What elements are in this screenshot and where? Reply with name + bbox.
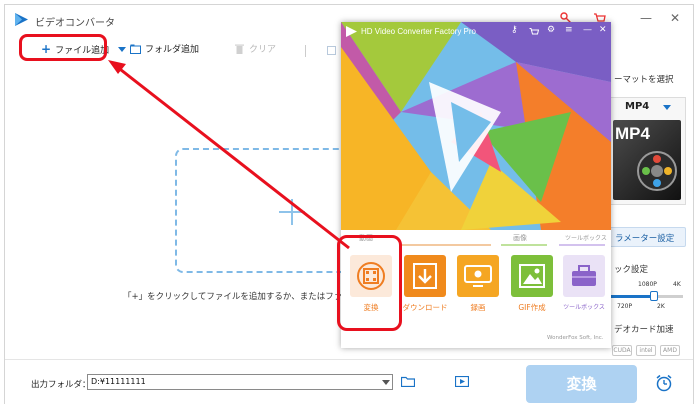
- func-tile-gif[interactable]: [511, 255, 553, 297]
- minimize-icon[interactable]: —: [583, 25, 592, 35]
- section-line-image: [501, 244, 547, 246]
- minimize-button[interactable]: —: [640, 11, 652, 25]
- toolbar-divider: [305, 45, 306, 57]
- format-thumbnail-text: MP4: [615, 124, 650, 143]
- open-output-icon[interactable]: [455, 376, 469, 387]
- download-icon: [413, 263, 437, 289]
- section-label-toolbox: ツールボックス: [565, 235, 607, 242]
- quality-tick-2k: 2K: [657, 303, 665, 310]
- section-line-toolbox: [559, 244, 605, 246]
- quality-slider-handle[interactable]: [650, 291, 658, 301]
- quality-tick-1080p: 1080P: [638, 281, 657, 288]
- trash-icon: [235, 44, 244, 54]
- window-title: ビデオコンバータ: [35, 18, 115, 29]
- section-label-image: 画像: [513, 234, 527, 242]
- func-label-gif: GIF作成: [518, 303, 546, 312]
- section-line-video: [401, 244, 491, 246]
- output-folder-value: D:¥11111111: [91, 377, 146, 386]
- drop-zone-hint: 「+」をクリックしてファイルを追加するか、またはファイ: [123, 292, 341, 302]
- callout-highlight-convert-tile: [337, 235, 402, 331]
- image-icon: [519, 264, 545, 288]
- gpu-chip-amd[interactable]: AMD: [660, 345, 680, 356]
- format-heading: ーマットを選択: [614, 75, 674, 85]
- gpu-chip-cuda[interactable]: CUDA: [612, 345, 632, 356]
- func-tile-record[interactable]: [457, 255, 499, 297]
- parameter-settings-button[interactable]: ラメーター設定: [606, 227, 686, 247]
- clear-label: クリア: [249, 45, 277, 55]
- screen-record-icon: [464, 265, 492, 287]
- output-format-value: MP4: [625, 101, 650, 112]
- clear-button[interactable]: クリア: [235, 42, 276, 55]
- folder-add-icon: [130, 44, 141, 54]
- menu-icon[interactable]: ≡: [565, 25, 573, 35]
- add-folder-button[interactable]: フォルダ追加: [130, 42, 199, 55]
- quality-slider[interactable]: [611, 295, 683, 298]
- quality-heading: ック設定: [614, 265, 649, 275]
- close-icon[interactable]: ✕: [599, 25, 607, 35]
- alarm-clock-icon[interactable]: [655, 374, 673, 392]
- convert-button[interactable]: 変換: [526, 365, 637, 403]
- func-label-record: 録画: [470, 303, 486, 312]
- cart-icon[interactable]: [529, 27, 539, 37]
- gpu-accel-row: CUDA intel AMD: [606, 341, 686, 359]
- func-tile-download[interactable]: [404, 255, 446, 297]
- format-thumbnail: MP4: [613, 120, 681, 200]
- toolbox-icon: [572, 265, 596, 286]
- quality-tick-4k: 4K: [673, 281, 681, 288]
- add-folder-label: フォルダ追加: [145, 45, 200, 55]
- chevron-down-icon[interactable]: [382, 380, 390, 385]
- bottom-bar: 出力フォルダ： D:¥11111111 変換: [5, 359, 693, 405]
- gpu-chip-intel[interactable]: intel: [636, 345, 656, 356]
- func-label-toolbox: ツールボックス: [563, 304, 605, 311]
- func-tile-toolbox[interactable]: [563, 255, 605, 297]
- hero-artwork: [341, 22, 611, 230]
- output-folder-label: 出力フォルダ：: [31, 380, 91, 390]
- app-logo-icon: [15, 13, 28, 26]
- gpu-heading: デオカード加速: [614, 325, 674, 335]
- popup-hero-banner: HD Video Converter Factory Pro ⚷ ⚙ ≡ — ✕: [341, 22, 611, 230]
- merge-icon[interactable]: [327, 46, 336, 55]
- output-folder-field[interactable]: D:¥11111111: [87, 374, 393, 390]
- gear-icon[interactable]: ⚙: [547, 25, 555, 35]
- key-icon[interactable]: ⚷: [511, 25, 518, 35]
- film-reel-icon: [637, 151, 677, 191]
- app-logo-icon: [346, 26, 357, 37]
- add-plus-icon-vertical: [291, 199, 293, 225]
- parameter-settings-label: ラメーター設定: [615, 234, 675, 244]
- chevron-down-icon: [663, 105, 671, 110]
- add-file-dropdown-caret[interactable]: [118, 47, 126, 52]
- close-button[interactable]: ✕: [670, 11, 680, 25]
- func-label-download: ダウンロード: [402, 303, 448, 312]
- popup-footer-brand: WonderFox Soft, Inc.: [547, 335, 604, 341]
- popup-title: HD Video Converter Factory Pro: [361, 27, 477, 36]
- quality-tick-720p: 720P: [617, 303, 633, 310]
- callout-highlight-add-file: [19, 34, 107, 61]
- popup-title-bar: HD Video Converter Factory Pro ⚷ ⚙ ≡ — ✕: [341, 22, 611, 42]
- output-format-selector[interactable]: MP4 MP4: [606, 97, 686, 205]
- browse-folder-icon[interactable]: [401, 376, 415, 387]
